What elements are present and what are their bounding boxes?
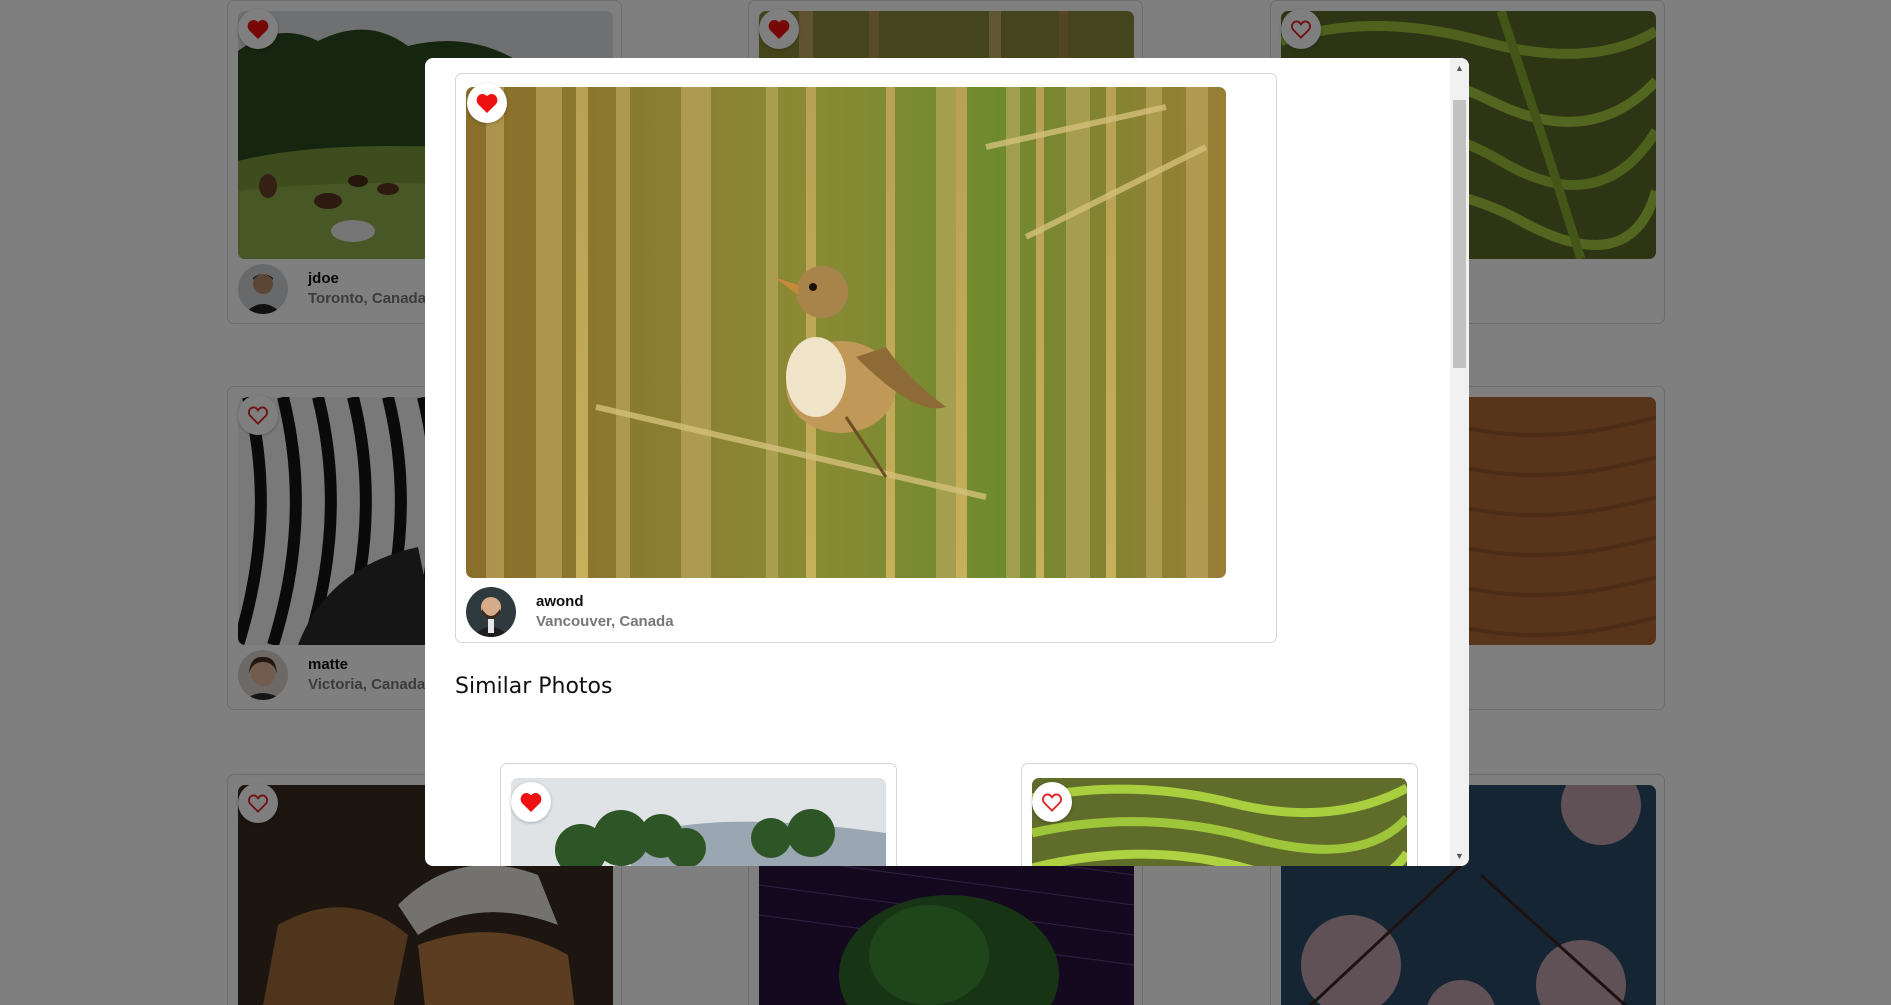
heart-filled-icon (519, 791, 543, 813)
similar-photo-card[interactable] (1021, 763, 1418, 866)
similar-photos-heading: Similar Photos (455, 674, 613, 699)
like-button[interactable] (467, 83, 507, 123)
main-photo-card: awond Vancouver, Canada (455, 73, 1277, 643)
scrollbar-thumb[interactable] (1453, 100, 1466, 368)
heart-outline-icon (1040, 791, 1064, 813)
author-name[interactable]: awond (536, 592, 674, 612)
heart-filled-icon (475, 92, 499, 114)
photo-trees-hills[interactable] (511, 778, 886, 866)
similar-photo-card[interactable] (500, 763, 897, 866)
modal-scrollbar[interactable]: ▲ ▼ (1450, 58, 1469, 866)
avatar[interactable] (466, 587, 516, 637)
author-info: awond Vancouver, Canada (466, 586, 674, 638)
like-button[interactable] (1032, 782, 1072, 822)
chevron-up-icon[interactable]: ▲ (1450, 58, 1469, 78)
photo-bird-in-reeds[interactable] (466, 87, 1226, 578)
author-location: Vancouver, Canada (536, 613, 674, 630)
like-button[interactable] (511, 782, 551, 822)
photo-detail-modal: awond Vancouver, Canada Similar Photos ▲… (425, 58, 1469, 866)
chevron-down-icon[interactable]: ▼ (1450, 846, 1469, 866)
photo-rice-terraces[interactable] (1032, 778, 1407, 866)
modal-content: awond Vancouver, Canada Similar Photos (425, 58, 1450, 866)
